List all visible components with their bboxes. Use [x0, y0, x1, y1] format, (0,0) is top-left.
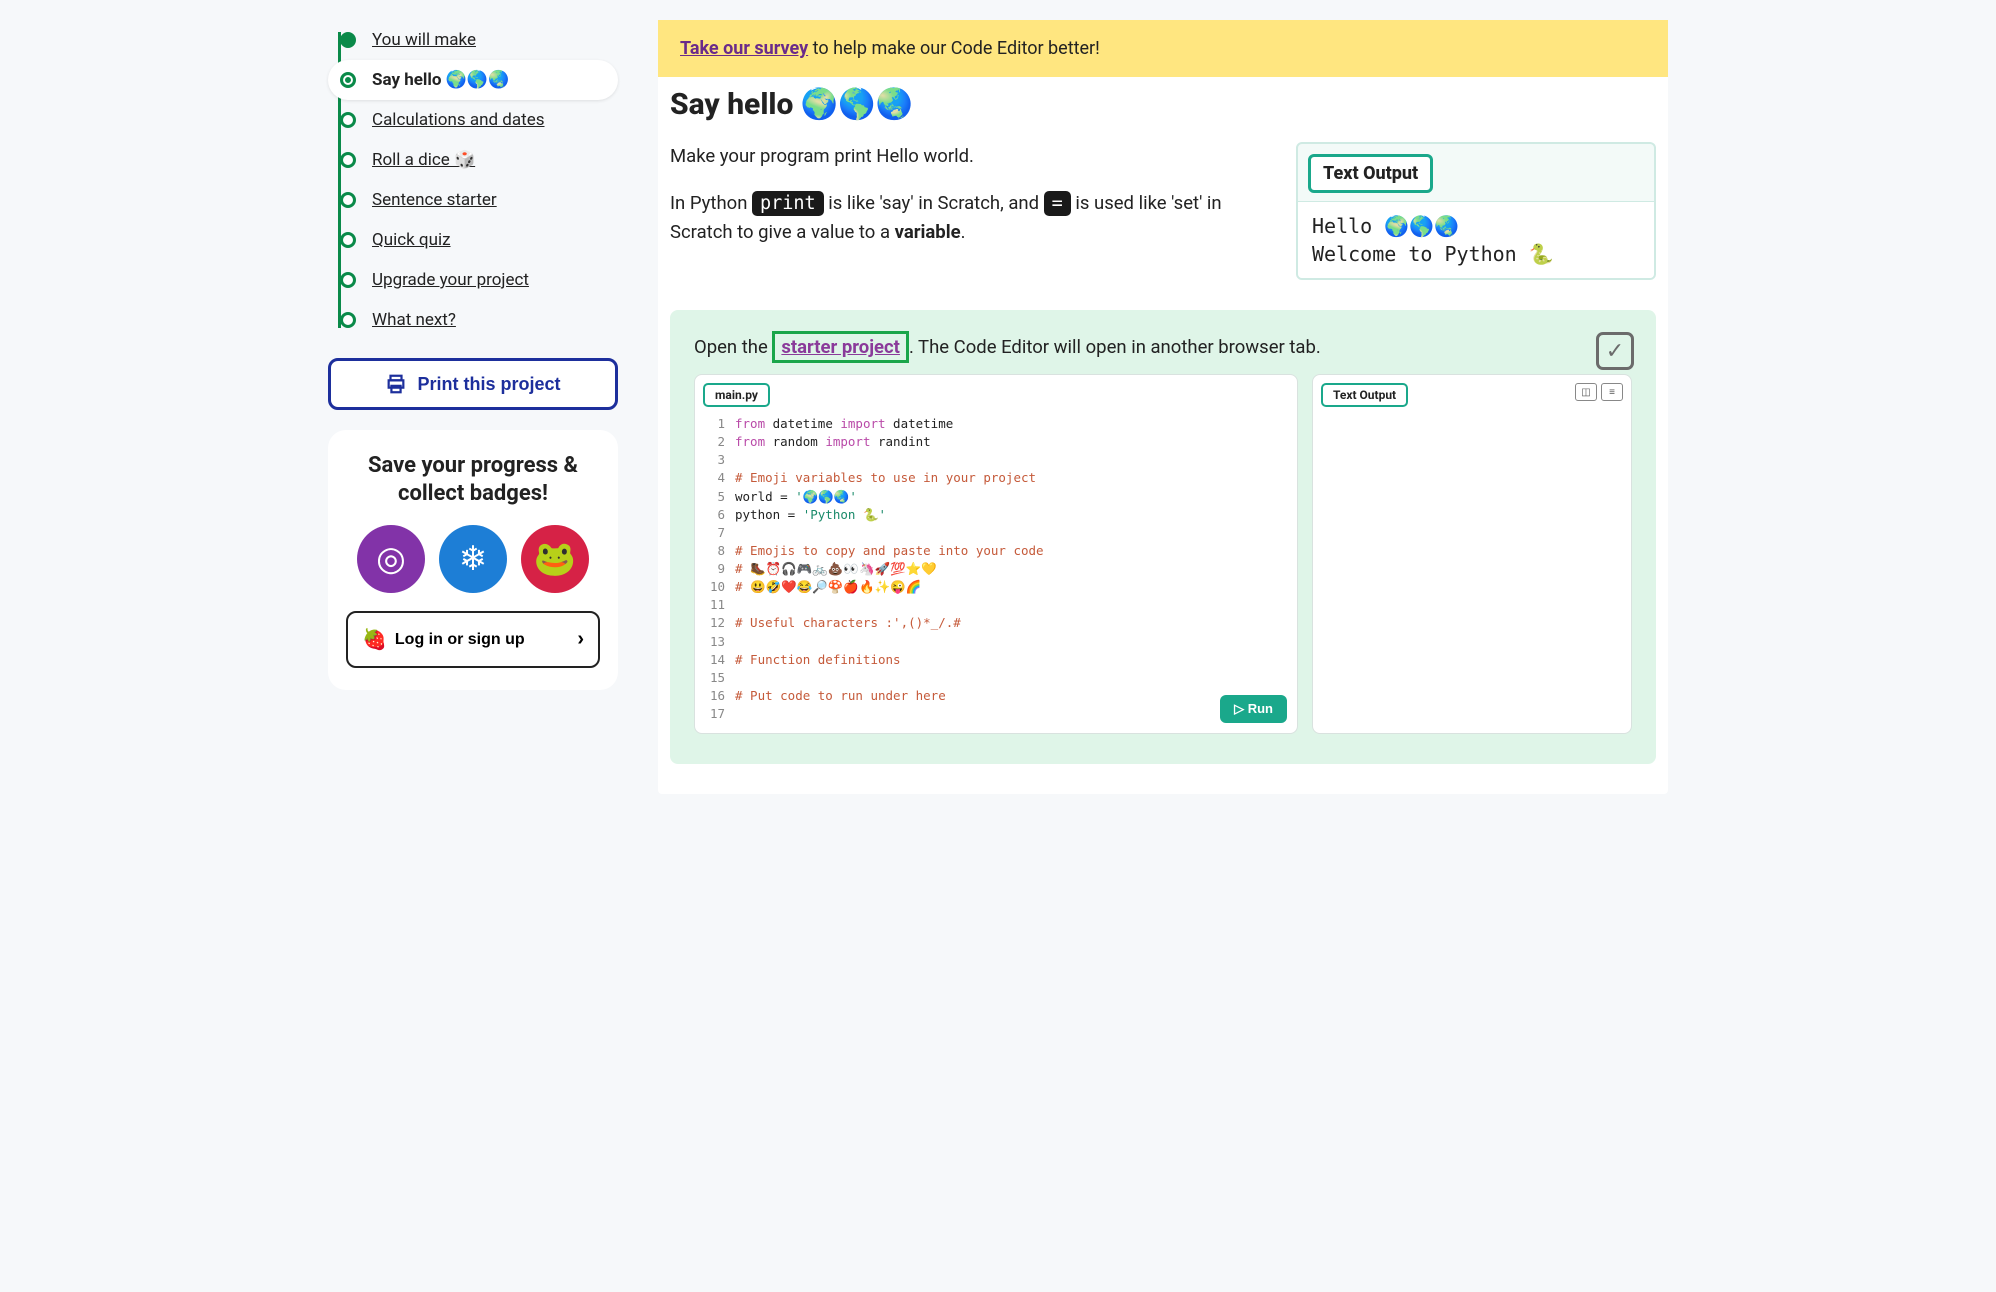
code-line: 8# Emojis to copy and paste into your co… — [705, 542, 1287, 560]
login-signup-button[interactable]: 🍓 Log in or sign up › — [346, 611, 600, 668]
print-chip: print — [752, 191, 824, 216]
raspberry-pi-icon: 🍓 — [362, 627, 387, 652]
variable-word: variable — [895, 221, 961, 243]
step-dot-icon — [340, 32, 356, 48]
code-line: 1from datetime import datetime — [705, 415, 1287, 433]
step-dot-icon — [340, 272, 356, 288]
step-what-next[interactable]: What next? — [328, 300, 618, 340]
survey-text: to help make our Code Editor better! — [808, 38, 1100, 59]
print-icon — [385, 373, 407, 395]
output-line: Welcome to Python 🐍 — [1312, 240, 1640, 268]
code-line: 2from random import randint — [705, 433, 1287, 451]
step-calculations[interactable]: Calculations and dates — [328, 100, 618, 140]
code-editor-pane: main.py 1from datetime import datetime2f… — [694, 374, 1298, 734]
intro-p1: Make your program print Hello world. — [670, 142, 1276, 171]
step-link[interactable]: You will make — [372, 30, 476, 50]
panel-text: Open the starter project. The Code Edito… — [694, 336, 1632, 358]
badge-frog-icon: 🐸 — [521, 525, 589, 593]
step-say-hello[interactable]: Say hello 🌍🌎🌏 — [328, 60, 618, 100]
step-link[interactable]: Say hello 🌍🌎🌏 — [372, 70, 509, 90]
step-quick-quiz[interactable]: Quick quiz — [328, 220, 618, 260]
step-dot-icon — [340, 312, 356, 328]
step-sentence-starter[interactable]: Sentence starter — [328, 180, 618, 220]
print-project-button[interactable]: Print this project — [328, 358, 618, 410]
survey-link[interactable]: Take our survey — [680, 38, 808, 59]
starter-project-link[interactable]: starter project — [781, 336, 900, 358]
output-preview: Text Output Hello 🌍🌎🌏 Welcome to Python … — [1296, 142, 1656, 280]
code-line: 17 — [705, 705, 1287, 723]
code-line: 16# Put code to run under here — [705, 687, 1287, 705]
code-line: 3 — [705, 451, 1287, 469]
layout-list-icon[interactable]: ≡ — [1601, 383, 1623, 401]
code-line: 10# 😃🤣❤️😂🔎🍄🍎🔥✨😜🌈 — [705, 578, 1287, 596]
code-line: 7 — [705, 524, 1287, 542]
progress-card: Save your progress & collect badges! ◎ ❄… — [328, 430, 618, 690]
output-line: Hello 🌍🌎🌏 — [1312, 212, 1640, 240]
code-line: 12# Useful characters :',()*_/.# — [705, 614, 1287, 632]
code-line: 9# 🥾⏰🎧🎮🚲💩👀🦄🚀💯⭐💛 — [705, 560, 1287, 578]
code-block[interactable]: 1from datetime import datetime2from rand… — [695, 407, 1297, 733]
step-dot-icon — [340, 72, 356, 88]
output-label: Text Output — [1308, 154, 1433, 193]
step-link[interactable]: What next? — [372, 310, 456, 330]
badge-target-icon: ◎ — [357, 525, 425, 593]
sidebar: You will make Say hello 🌍🌎🌏 Calculations… — [328, 20, 618, 794]
filename-tab[interactable]: main.py — [703, 383, 770, 407]
intro-p2: In Python print is like 'say' in Scratch… — [670, 189, 1276, 247]
step-link[interactable]: Quick quiz — [372, 230, 451, 250]
step-upgrade[interactable]: Upgrade your project — [328, 260, 618, 300]
main-content: Take our survey to help make our Code Ed… — [658, 20, 1668, 794]
equals-chip: = — [1044, 191, 1071, 216]
progress-title: Save your progress & collect badges! — [346, 452, 600, 507]
code-line: 5world = '🌍🌎🌏' — [705, 488, 1287, 506]
editor-row: main.py 1from datetime import datetime2f… — [694, 374, 1632, 734]
step-link[interactable]: Sentence starter — [372, 190, 497, 210]
intro-text: Make your program print Hello world. In … — [670, 142, 1276, 280]
mark-complete-checkbox[interactable]: ✓ — [1596, 332, 1634, 370]
layout-split-icon[interactable]: ◫ — [1575, 383, 1597, 401]
step-link[interactable]: Calculations and dates — [372, 110, 545, 130]
code-line: 11 — [705, 596, 1287, 614]
badge-snowflake-icon: ❄ — [439, 525, 507, 593]
code-line: 13 — [705, 633, 1287, 651]
step-dot-icon — [340, 192, 356, 208]
code-line: 15 — [705, 669, 1287, 687]
instruction-panel: ✓ Open the starter project. The Code Edi… — [670, 310, 1656, 764]
run-button[interactable]: ▷ Run — [1220, 695, 1287, 723]
step-dot-icon — [340, 232, 356, 248]
code-line: 6python = 'Python 🐍' — [705, 506, 1287, 524]
step-link[interactable]: Roll a dice 🎲 — [372, 150, 475, 170]
print-label: Print this project — [417, 374, 560, 395]
step-link[interactable]: Upgrade your project — [372, 270, 529, 290]
chevron-right-icon: › — [577, 628, 584, 651]
step-dot-icon — [340, 152, 356, 168]
code-line: 4# Emoji variables to use in your projec… — [705, 469, 1287, 487]
step-roll-dice[interactable]: Roll a dice 🎲 — [328, 140, 618, 180]
output-pane: Text Output ◫ ≡ — [1312, 374, 1632, 734]
text-output-tab[interactable]: Text Output — [1321, 383, 1408, 407]
step-dot-icon — [340, 112, 356, 128]
starter-project-highlight: starter project — [772, 331, 909, 363]
steps-list: You will make Say hello 🌍🌎🌏 Calculations… — [328, 20, 618, 340]
code-line: 14# Function definitions — [705, 651, 1287, 669]
output-lines: Hello 🌍🌎🌏 Welcome to Python 🐍 — [1298, 201, 1654, 278]
badges-row: ◎ ❄ 🐸 — [346, 525, 600, 593]
survey-banner: Take our survey to help make our Code Ed… — [658, 20, 1668, 77]
page-title: Say hello 🌍🌎🌏 — [658, 87, 1668, 122]
step-you-will-make[interactable]: You will make — [328, 20, 618, 60]
login-label: Log in or sign up — [395, 631, 525, 649]
